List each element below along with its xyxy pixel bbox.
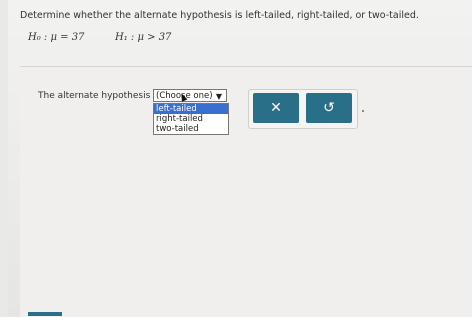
undo-icon: ↺ (323, 100, 335, 116)
dropdown-options-list: left-tailed right-tailed two-tailed (153, 103, 229, 135)
answer-label: The alternate hypothesis is (38, 91, 161, 101)
answer-panel (20, 66, 472, 317)
null-hypothesis: H₀ : μ = 37 (28, 32, 85, 43)
bottom-tab (28, 312, 62, 316)
dropdown-arrow-icon: ▼ (215, 92, 222, 101)
alternate-hypothesis: H₁ : μ > 37 (115, 32, 172, 43)
close-icon: ✕ (270, 100, 282, 116)
option-left-tailed[interactable]: left-tailed (154, 104, 228, 114)
option-right-tailed[interactable]: right-tailed (154, 114, 228, 124)
decorative-dot (362, 110, 364, 112)
reset-button[interactable]: ↺ (306, 93, 352, 123)
question-text: Determine whether the alternate hypothes… (20, 10, 419, 21)
option-two-tailed[interactable]: two-tailed (154, 124, 228, 134)
hypothesis-dropdown[interactable]: (Choose one) ▼ (153, 89, 227, 102)
clear-button[interactable]: ✕ (253, 93, 299, 123)
